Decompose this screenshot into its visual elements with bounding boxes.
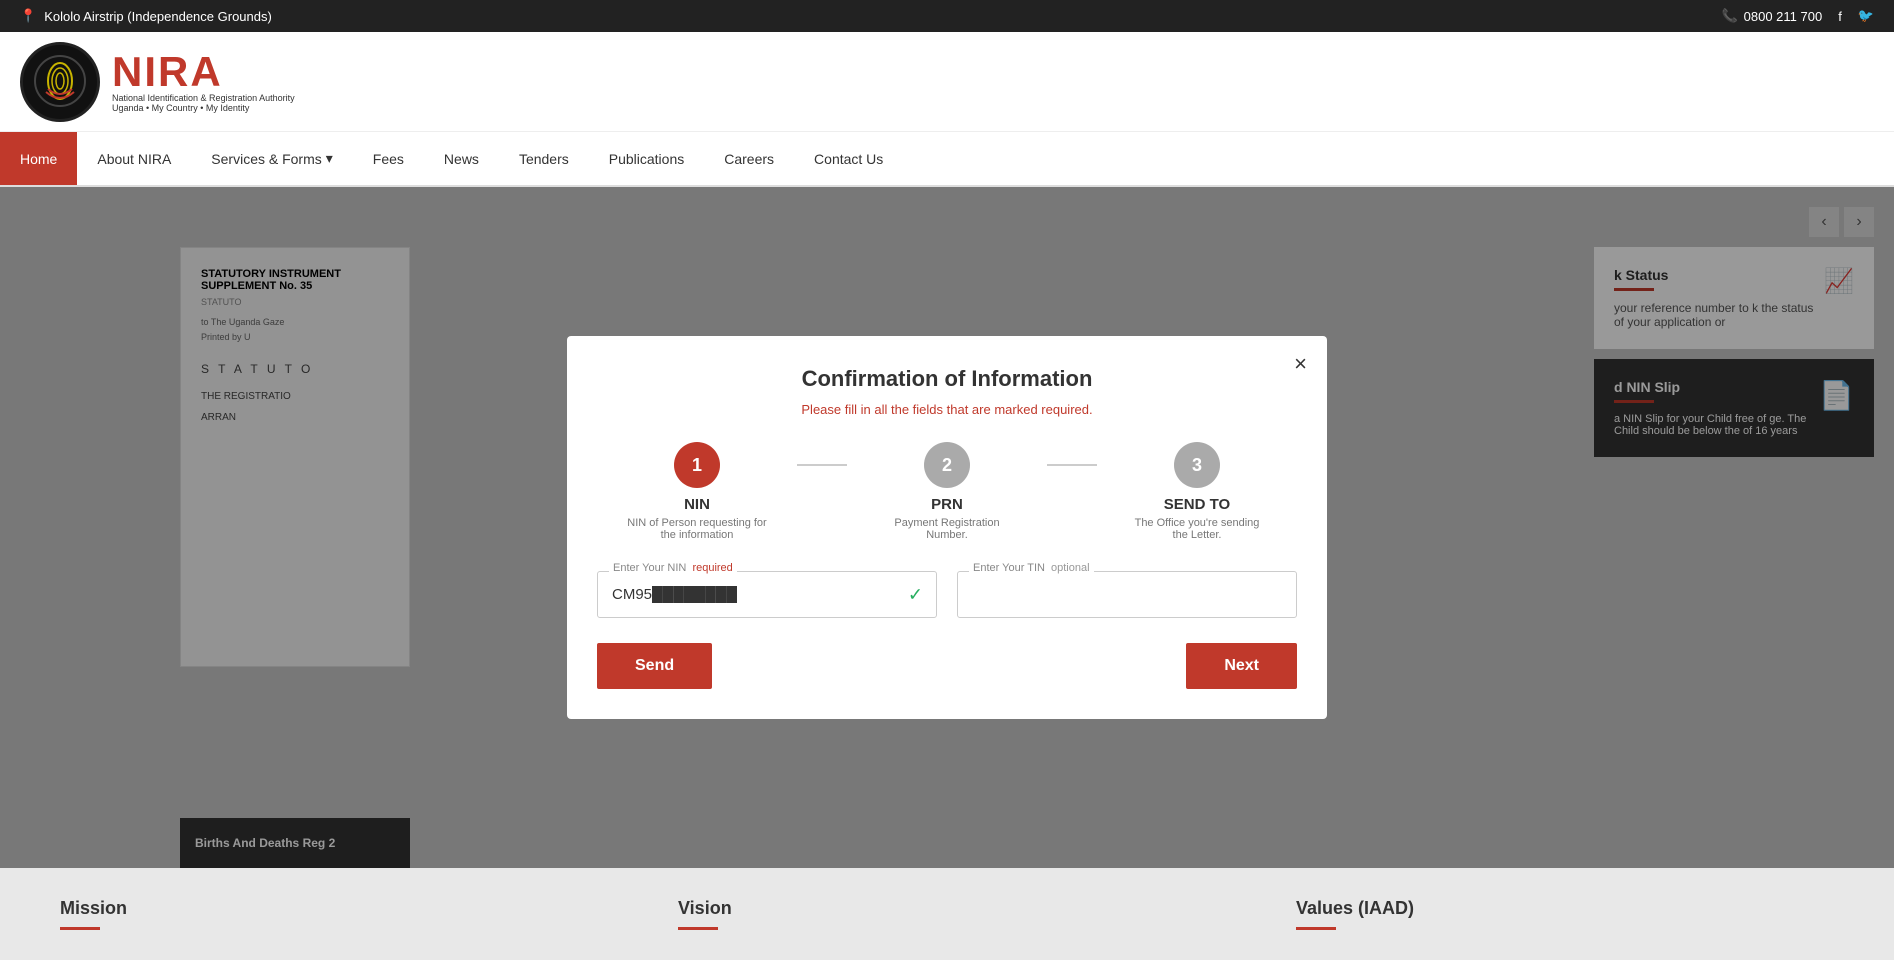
- phone-bar: 📞 0800 211 700: [1721, 8, 1822, 24]
- nav-about[interactable]: About NIRA: [77, 132, 191, 185]
- location-text: Kololo Airstrip (Independence Grounds): [44, 9, 272, 24]
- facebook-icon[interactable]: f: [1838, 9, 1842, 24]
- location-icon: 📍: [20, 8, 36, 24]
- send-button[interactable]: Send: [597, 643, 712, 689]
- footer-mission-line: [60, 927, 100, 930]
- step-1-desc: NIN of Person requesting for the informa…: [627, 517, 767, 541]
- footer-vision-title: Vision: [678, 898, 1216, 919]
- contact-bar: 📞 0800 211 700 f 🐦: [1721, 8, 1874, 24]
- step-2-circle: 2: [924, 442, 970, 488]
- footer-values-line: [1296, 927, 1336, 930]
- nin-label: Enter Your NIN required: [609, 562, 737, 574]
- step-3: 3 SEND TO The Office you're sending the …: [1097, 442, 1297, 541]
- tin-form-group: Enter Your TIN optional: [957, 571, 1297, 618]
- steps-indicator: 1 NIN NIN of Person requesting for the i…: [597, 442, 1297, 541]
- step-2-desc: Payment Registration Number.: [877, 517, 1017, 541]
- step-3-label: SEND TO: [1164, 496, 1230, 513]
- location-bar: 📍 Kololo Airstrip (Independence Grounds): [20, 8, 272, 24]
- form-row: Enter Your NIN required ✓ Enter Your TIN…: [597, 571, 1297, 618]
- tin-label: Enter Your TIN optional: [969, 562, 1094, 574]
- logo-subtitle: National Identification & Registration A…: [112, 93, 295, 113]
- step-2: 2 PRN Payment Registration Number.: [847, 442, 1047, 541]
- nav-home[interactable]: Home: [0, 132, 77, 185]
- nav-careers[interactable]: Careers: [704, 132, 794, 185]
- nav-fees[interactable]: Fees: [353, 132, 424, 185]
- footer-values-title: Values (IAAD): [1296, 898, 1834, 919]
- logo-svg: [33, 54, 88, 109]
- logo-circle: [20, 42, 100, 122]
- next-button[interactable]: Next: [1186, 643, 1297, 689]
- chevron-down-icon: ▾: [326, 150, 333, 167]
- confirmation-modal: × Confirmation of Information Please fil…: [567, 336, 1327, 719]
- top-bar: 📍 Kololo Airstrip (Independence Grounds)…: [0, 0, 1894, 32]
- modal-close-button[interactable]: ×: [1294, 351, 1307, 377]
- nav-publications[interactable]: Publications: [589, 132, 705, 185]
- footer-vision-line: [678, 927, 718, 930]
- nin-form-group: Enter Your NIN required ✓: [597, 571, 937, 618]
- step-1-label: NIN: [684, 496, 710, 513]
- modal-title: Confirmation of Information: [597, 366, 1297, 392]
- phone-icon: 📞: [1721, 8, 1737, 24]
- nav-tenders[interactable]: Tenders: [499, 132, 589, 185]
- nin-input[interactable]: [597, 571, 937, 618]
- logo-nira: NIRA: [112, 51, 295, 93]
- footer-values: Values (IAAD): [1296, 898, 1834, 930]
- nav-services[interactable]: Services & Forms ▾: [191, 132, 353, 185]
- step-3-circle: 3: [1174, 442, 1220, 488]
- step-2-label: PRN: [931, 496, 963, 513]
- step-1: 1 NIN NIN of Person requesting for the i…: [597, 442, 797, 541]
- nin-check-icon: ✓: [908, 584, 923, 605]
- modal-actions: Send Next: [597, 643, 1297, 689]
- nav-contact[interactable]: Contact Us: [794, 132, 903, 185]
- nin-required-label: required: [692, 562, 732, 574]
- modal-subtitle: Please fill in all the fields that are m…: [597, 402, 1297, 417]
- twitter-icon[interactable]: 🐦: [1858, 8, 1874, 24]
- step-1-circle: 1: [674, 442, 720, 488]
- tin-optional-label: optional: [1051, 562, 1090, 574]
- modal-overlay: × Confirmation of Information Please fil…: [0, 187, 1894, 868]
- step-line-2: [1047, 464, 1097, 466]
- page-content: STATUTORY INSTRUMENT SUPPLEMENT No. 35 S…: [0, 187, 1894, 868]
- phone-number: 0800 211 700: [1744, 9, 1823, 24]
- logo-text-area: NIRA National Identification & Registrat…: [112, 51, 295, 113]
- step-line-1: [797, 464, 847, 466]
- nav-news[interactable]: News: [424, 132, 499, 185]
- footer-vision: Vision: [678, 898, 1216, 930]
- tin-input[interactable]: [957, 571, 1297, 618]
- logo-area: NIRA National Identification & Registrat…: [20, 42, 295, 122]
- footer-section: Mission Vision Values (IAAD): [0, 868, 1894, 960]
- footer-mission: Mission: [60, 898, 598, 930]
- header: NIRA National Identification & Registrat…: [0, 32, 1894, 132]
- footer-mission-title: Mission: [60, 898, 598, 919]
- navigation: Home About NIRA Services & Forms ▾ Fees …: [0, 132, 1894, 187]
- step-3-desc: The Office you're sending the Letter.: [1127, 517, 1267, 541]
